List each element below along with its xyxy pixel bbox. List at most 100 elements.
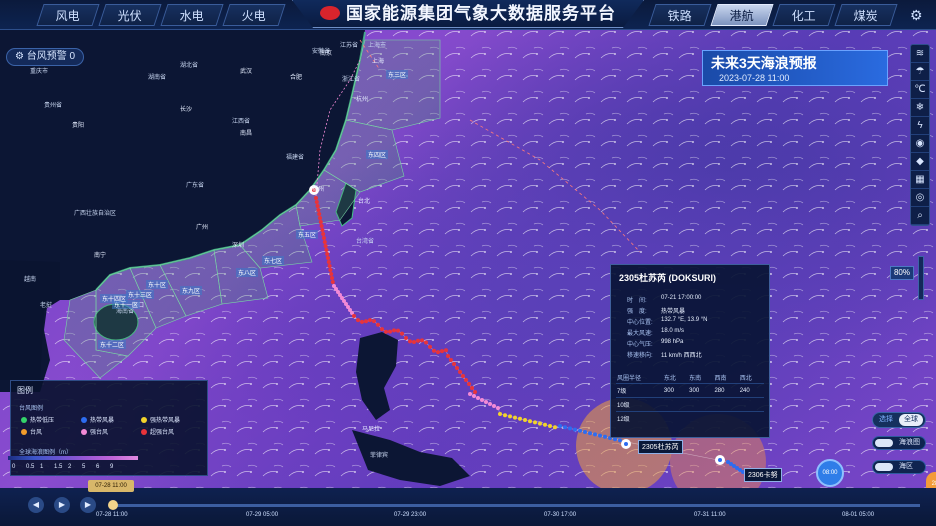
scope-option-select[interactable]: 选择 <box>875 414 897 426</box>
typhoon-info-row: 最大风速: 18.0 m/s <box>627 328 684 337</box>
tab-railway[interactable]: 铁路 <box>648 4 712 26</box>
legend-item: 台风 <box>21 427 42 436</box>
tab-coal[interactable]: 煤炭 <box>834 4 898 26</box>
wind-table-cell <box>688 397 714 412</box>
wind-table-header: 西南 <box>714 376 727 382</box>
scope-option-global[interactable]: 全球 <box>899 414 923 426</box>
track-point <box>498 412 502 416</box>
row-label: 中心位置: <box>627 320 653 326</box>
sea-zone-label[interactable]: 东十二区 <box>98 340 127 349</box>
tab-thermal[interactable]: 火电 <box>222 4 286 26</box>
settings-gear-icon[interactable]: ⚙ <box>910 8 924 22</box>
row-value: 热带风暴 <box>661 309 686 315</box>
sea-zone-label[interactable]: 东八区 <box>236 268 259 277</box>
legend-dot-icon <box>141 417 147 424</box>
track-point <box>320 228 325 232</box>
typhoon-label-primary[interactable]: 2305杜苏芮 <box>638 440 683 454</box>
track-point <box>392 328 396 333</box>
wind-table-header: 东南 <box>689 376 702 382</box>
sea-zone-label[interactable]: 东十四区 <box>100 294 129 303</box>
wind-table-cell <box>688 411 714 425</box>
legend-wave-heading: 全球海浪图例（m） <box>19 450 72 456</box>
timeline-knob[interactable] <box>108 500 118 510</box>
sea-zone-switch[interactable]: 海区 <box>872 460 926 474</box>
wind-icon[interactable]: ≋ <box>911 45 929 63</box>
tab-solar[interactable]: 光伏 <box>98 4 162 26</box>
playback-badge[interactable]: 08:00 <box>816 459 844 487</box>
tab-wind-power[interactable]: 风电 <box>36 4 100 26</box>
legend-item-label: 台风 <box>30 430 43 436</box>
temperature-icon[interactable]: ℃ <box>911 81 929 99</box>
scope-toggle[interactable]: 选择 全球 <box>872 412 926 428</box>
track-point <box>356 318 360 323</box>
wind-table-header: 风圈半径 <box>617 376 642 382</box>
row-value: 11 km/h 西西北 <box>661 353 702 359</box>
track-point <box>420 338 424 343</box>
track-point <box>368 318 372 323</box>
track-point <box>318 220 323 224</box>
sea-zone-label[interactable]: 东九区 <box>180 286 203 295</box>
track-point <box>473 390 477 394</box>
snow-icon[interactable]: ❄ <box>911 99 929 117</box>
wave-map-switch[interactable]: 海浪图 <box>872 436 926 450</box>
track-point <box>323 244 328 248</box>
target-icon[interactable]: ◎ <box>911 189 929 207</box>
tab-hydro[interactable]: 水电 <box>160 4 224 26</box>
province-label: 贵州省 <box>44 103 63 109</box>
layers-icon[interactable]: ◆ <box>911 153 929 171</box>
sea-zone-label[interactable]: 东十区 <box>146 280 169 289</box>
track-point <box>424 340 428 345</box>
rain-icon[interactable]: ☂ <box>911 63 929 81</box>
wave-scale-tick: 5 <box>82 464 86 470</box>
forecast-time: 2023-07-28 11:00 <box>719 73 790 83</box>
track-point <box>446 354 450 358</box>
province-label: 浙江省 <box>342 77 361 83</box>
prev-button[interactable]: ◀ <box>28 497 44 513</box>
map-stage[interactable]: 重庆市 贵州省 湖南省 湖北省 江西省 广西壮族自治区 广东省 福建省 浙江省 海南省 安徽省 江苏省… <box>0 0 936 526</box>
wind-table-cell <box>738 397 764 412</box>
track-point <box>314 196 318 200</box>
wind-table-cell: 7级 <box>616 383 663 398</box>
switch-knob <box>875 463 893 471</box>
track-point <box>573 427 577 432</box>
row-value: 18.0 m/s <box>661 328 685 334</box>
row-label: 强 度: <box>627 309 647 315</box>
search-icon[interactable]: ⌕ <box>911 207 929 225</box>
sea-zone-switch-label: 海区 <box>899 463 913 470</box>
next-button[interactable]: ▶ <box>80 497 96 513</box>
track-point <box>472 394 476 398</box>
zoom-slider[interactable] <box>918 256 924 300</box>
tab-chemical[interactable]: 化工 <box>772 4 836 26</box>
city-label: 南昌 <box>240 131 253 137</box>
track-point <box>593 432 597 437</box>
track-point <box>518 416 522 421</box>
sea-zone-label[interactable]: 东七区 <box>262 256 285 265</box>
timeline-track[interactable] <box>112 504 920 507</box>
play-button[interactable]: ▶ <box>54 497 70 513</box>
track-point <box>328 268 333 272</box>
sea-zone-label[interactable]: 东五区 <box>296 230 319 239</box>
typhoon-alert-badge[interactable]: ⚙ 台风预警 0 <box>6 48 85 66</box>
row-value: 132.7 °E, 13.9 °N <box>661 317 708 323</box>
grid-icon[interactable]: ▦ <box>911 171 929 189</box>
timeline-tick-label: 07-31 11:00 <box>694 512 726 518</box>
track-point <box>412 339 416 344</box>
fire-icon[interactable]: ◉ <box>911 135 929 153</box>
lightning-icon[interactable]: ϟ <box>911 117 929 135</box>
tab-shipping[interactable]: 港航 <box>710 4 774 26</box>
sea-zone-label[interactable]: 东四区 <box>366 150 389 159</box>
province-label: 上海市 <box>368 43 387 49</box>
wind-radius-table: 风圈半径 东北 东南 西南 西北 7级 300 300 280 240 10级 12级 <box>616 372 764 425</box>
track-point <box>492 404 496 408</box>
typhoon-label-secondary[interactable]: 2306卡努 <box>744 468 782 482</box>
track-point <box>364 319 368 324</box>
typhoon-icon <box>715 455 725 465</box>
track-point <box>484 400 488 404</box>
legend-dot-icon <box>81 417 87 424</box>
sea-zone-label[interactable]: 东十三区 <box>126 290 155 299</box>
timeline-current-tip: 07-28 11:00 <box>88 480 134 492</box>
track-point <box>558 424 562 428</box>
city-label: 马尼拉 <box>362 427 381 433</box>
sea-zone-label[interactable]: 东三区 <box>386 70 409 79</box>
timeline-tick-label: 07-29 23:00 <box>394 512 427 518</box>
